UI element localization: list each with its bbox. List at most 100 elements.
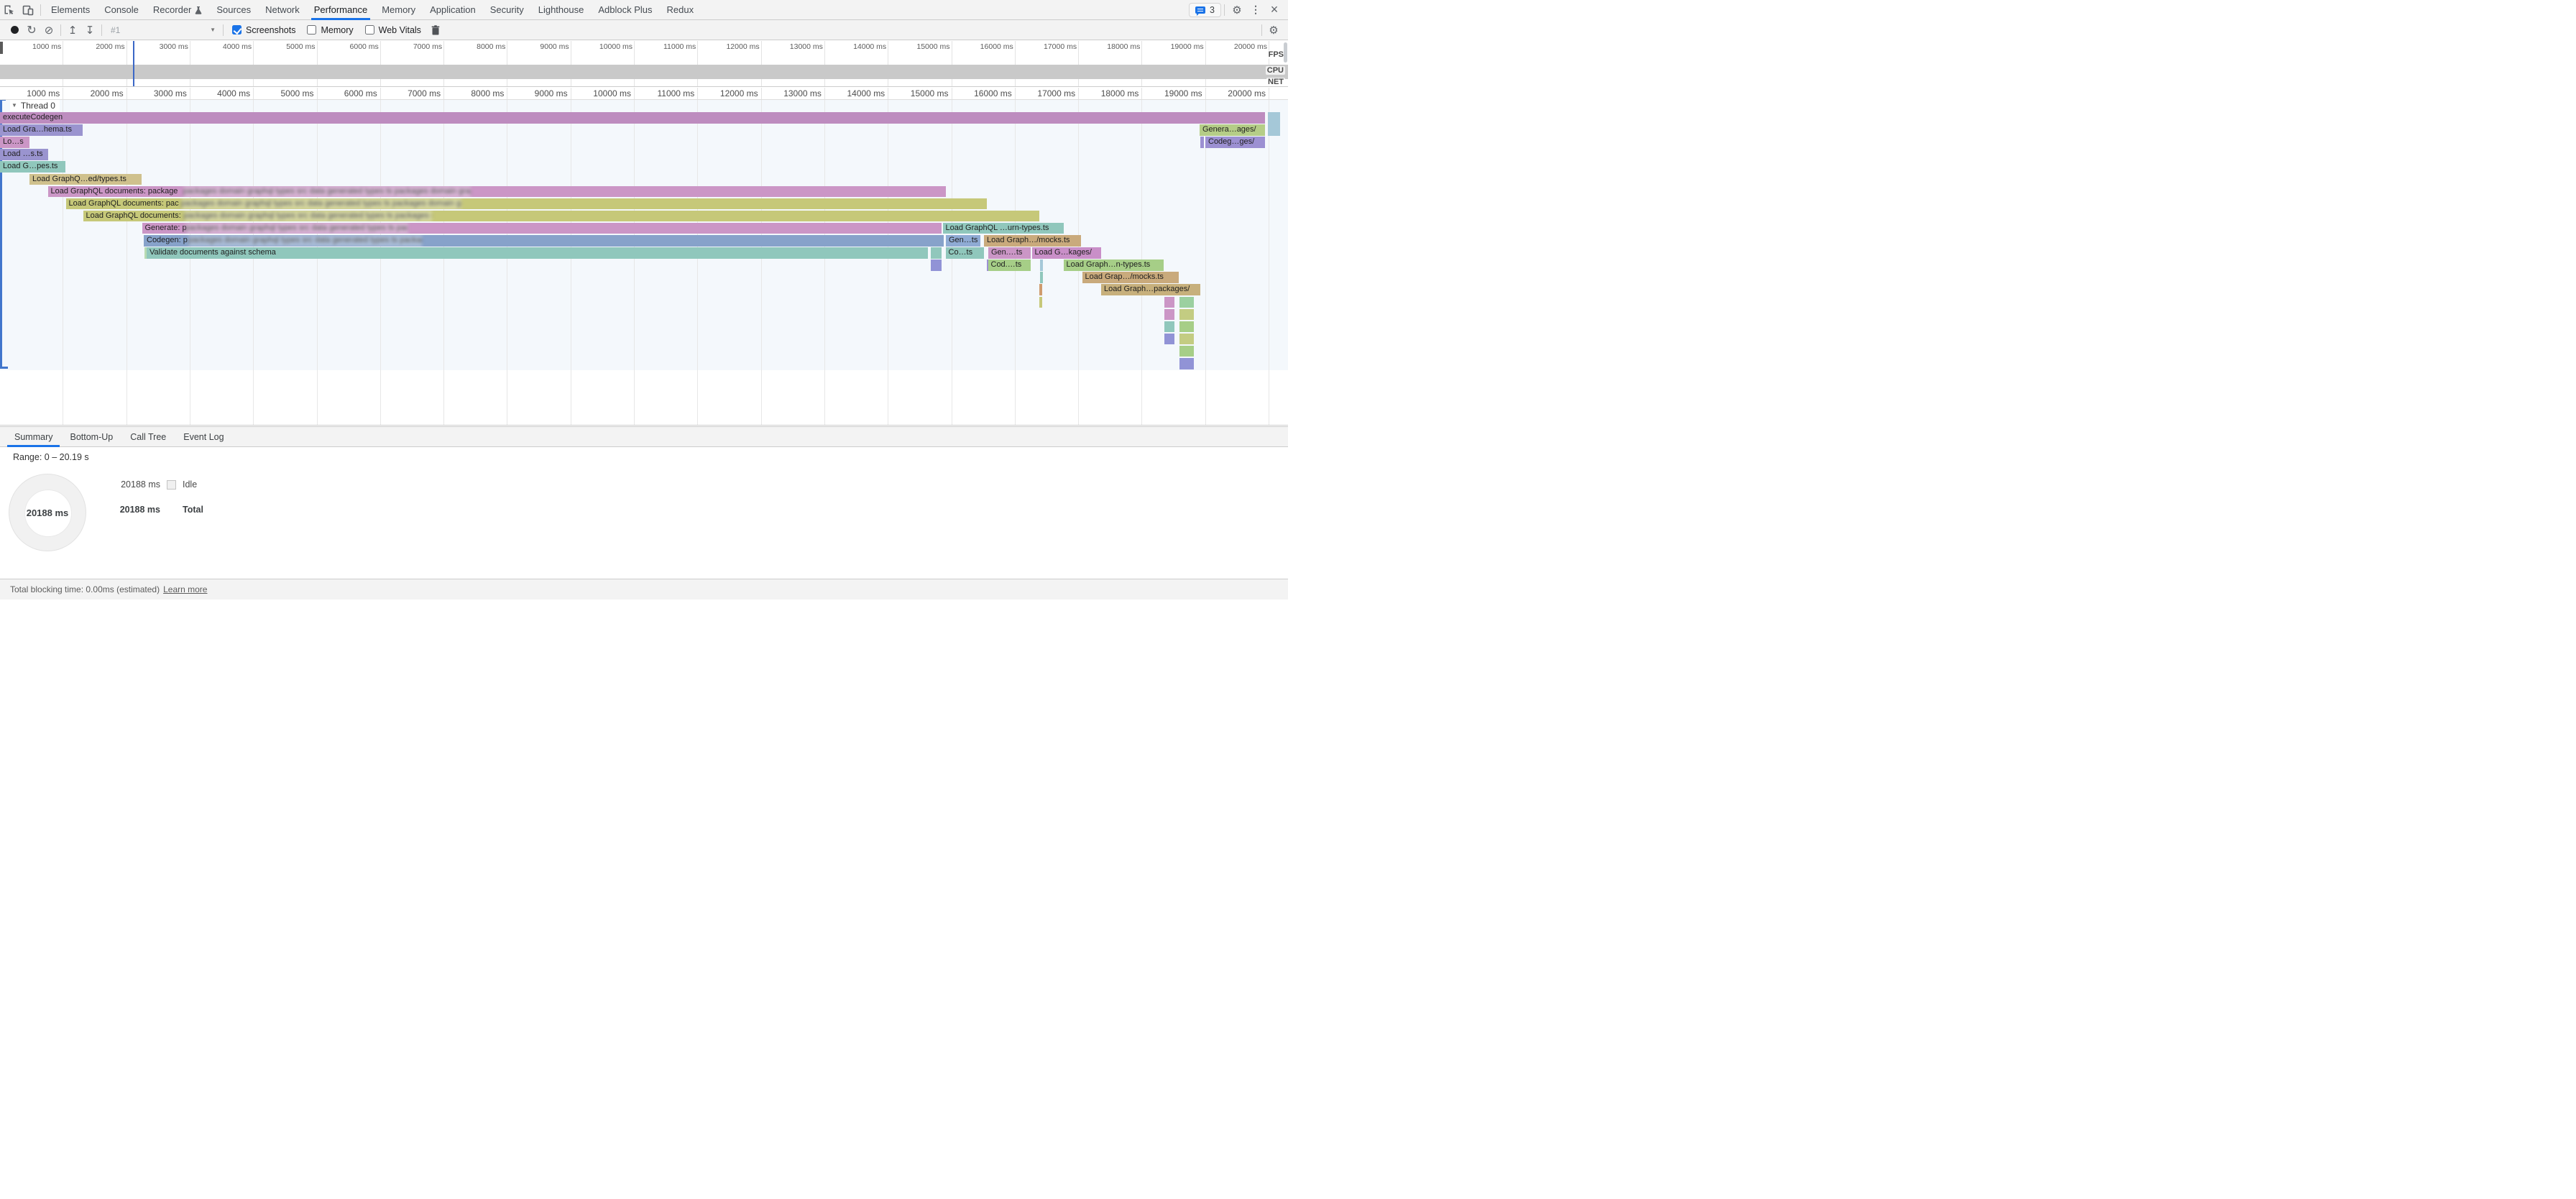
flame-bar[interactable]: Load Gra…hema.ts [0, 124, 83, 136]
tab-call-tree[interactable]: Call Tree [121, 427, 175, 446]
memory-checkbox[interactable]: Memory [307, 25, 353, 35]
more-options-button[interactable]: ⋮ [1246, 1, 1265, 19]
flame-gridline [824, 100, 825, 425]
flame-bar[interactable] [1179, 358, 1195, 369]
tab-memory[interactable]: Memory [374, 0, 423, 20]
flame-bar[interactable] [1179, 334, 1195, 345]
flame-bar-label: Load G…pes.ts [3, 162, 58, 170]
flame-bar[interactable] [931, 259, 942, 271]
overview-tick-label: 20000 ms [1205, 42, 1267, 51]
flame-bar[interactable]: Lo…s [0, 137, 29, 148]
flame-bar[interactable]: Load GraphQL documents: pacpackages doma… [66, 198, 988, 210]
settings-button[interactable]: ⚙ [1228, 1, 1246, 19]
tab-redux[interactable]: Redux [660, 0, 702, 20]
tab-console[interactable]: Console [97, 0, 146, 20]
toolbar-right-controls: ⚙ [1259, 22, 1288, 39]
flame-bar[interactable] [1039, 284, 1042, 295]
flame-bar[interactable]: Load GraphQL …urn-types.ts [943, 223, 1064, 234]
flame-bar[interactable]: Co…ts [946, 247, 984, 259]
flame-bar[interactable]: Load Graph…n-types.ts [1064, 259, 1164, 271]
thread-header[interactable]: ▼ Thread 0 [10, 100, 60, 111]
device-toolbar-icon [22, 4, 34, 16]
flame-bar[interactable]: Generate: ppackages domain graphql types… [142, 223, 942, 234]
flame-bar[interactable] [1164, 334, 1174, 345]
details-tabbar: Summary Bottom-Up Call Tree Event Log [0, 426, 1288, 447]
inspect-element-button[interactable] [0, 1, 19, 19]
flame-bar[interactable] [1164, 297, 1174, 308]
tab-network[interactable]: Network [258, 0, 307, 20]
flame-bar[interactable]: Load GraphQL documents:packages domain g… [83, 211, 1039, 222]
issues-badge[interactable]: 3 [1189, 3, 1221, 17]
flame-bar[interactable] [1040, 259, 1043, 271]
selected-track-bracket-top [0, 100, 6, 101]
flame-bar[interactable]: Load GraphQL documents: packagepackages … [48, 186, 946, 198]
tab-lighthouse[interactable]: Lighthouse [531, 0, 592, 20]
screenshots-checkbox[interactable]: Screenshots [232, 25, 295, 35]
timeline-overview[interactable]: FPS CPU NET 1000 ms2000 ms3000 ms4000 ms… [0, 41, 1288, 87]
flame-bar[interactable]: Codegen: ppackages domain graphql types … [144, 235, 944, 247]
history-select[interactable]: #1 ▼ [105, 25, 220, 35]
redacted-text: packages domain graphql types src data g… [188, 235, 422, 247]
flame-bar[interactable] [1179, 346, 1195, 357]
flame-bar[interactable]: Genera…ages/ [1200, 124, 1265, 136]
record-button[interactable] [6, 22, 23, 39]
flame-bar[interactable]: Gen.…ts [988, 247, 1031, 259]
tab-security[interactable]: Security [483, 0, 531, 20]
flame-bar[interactable]: Cod.…ts [988, 259, 1031, 271]
tab-application[interactable]: Application [423, 0, 483, 20]
flame-bar-label: Codegen: p [147, 236, 188, 244]
gear-icon: ⚙ [1269, 24, 1278, 37]
tab-summary[interactable]: Summary [6, 427, 61, 446]
clear-recording-button[interactable]: ⊘ [40, 22, 58, 39]
overview-tick-label: 2000 ms [63, 42, 125, 51]
close-devtools-button[interactable]: × [1265, 1, 1284, 19]
close-icon: × [1271, 2, 1279, 17]
web-vitals-checkbox[interactable]: Web Vitals [365, 25, 421, 35]
flame-bar[interactable] [1179, 321, 1195, 333]
time-breakdown-donut-chart: 20188 ms [9, 474, 86, 551]
flame-bar[interactable] [1040, 272, 1043, 283]
flame-bar[interactable] [1164, 321, 1174, 333]
save-profile-button[interactable]: ↥ [64, 22, 81, 39]
flame-bar[interactable]: Load Graph…packages/ [1101, 284, 1200, 295]
flame-bar[interactable]: Validate documents against schema [147, 247, 928, 259]
device-toolbar-button[interactable] [19, 1, 37, 19]
reload-and-record-button[interactable]: ↻ [23, 22, 40, 39]
flame-bar[interactable]: Load G…kages/ [1032, 247, 1102, 259]
garbage-collect-button[interactable] [427, 22, 444, 39]
flame-bar[interactable]: Gen…ts [946, 235, 980, 247]
tab-elements[interactable]: Elements [44, 0, 97, 20]
tab-recorder[interactable]: Recorder [146, 0, 209, 20]
flame-bar[interactable]: Load Graph…/mocks.ts [984, 235, 1081, 247]
ruler-tick-label: 10000 ms [569, 88, 631, 98]
flame-gridline [317, 100, 318, 425]
tab-performance[interactable]: Performance [307, 0, 374, 20]
flame-bar[interactable] [1179, 297, 1195, 308]
flame-bar[interactable] [1200, 137, 1204, 148]
checkbox-label: Memory [321, 25, 353, 35]
flame-bar[interactable]: Load Grap…/mocks.ts [1082, 272, 1179, 283]
flame-bar[interactable] [1268, 112, 1280, 136]
flame-bar[interactable] [1039, 297, 1042, 308]
tab-adblock-plus[interactable]: Adblock Plus [591, 0, 659, 20]
flame-bar[interactable]: Load GraphQ…ed/types.ts [29, 174, 142, 185]
capture-settings-button[interactable]: ⚙ [1265, 22, 1282, 39]
flame-bar[interactable] [931, 247, 942, 259]
overview-scrollbar[interactable] [1284, 42, 1287, 63]
learn-more-link[interactable]: Learn more [163, 584, 207, 594]
flame-bar[interactable] [1179, 309, 1195, 321]
redacted-text: packages domain graphql types src data g… [185, 223, 408, 234]
flame-bar[interactable]: executeCodegen [0, 112, 1265, 124]
flame-gridline [697, 100, 698, 425]
flame-chart[interactable]: ▼ Thread 0 executeCodegenLoad Gra…hema.t… [0, 100, 1288, 426]
tab-sources[interactable]: Sources [209, 0, 258, 20]
flame-bar[interactable] [1164, 309, 1174, 321]
tab-event-log[interactable]: Event Log [175, 427, 232, 446]
flame-bar[interactable]: Load G…pes.ts [0, 161, 65, 173]
flame-bar[interactable]: Codeg…ges/ [1205, 137, 1265, 148]
flame-bar[interactable]: Load …s.ts [0, 149, 48, 160]
load-profile-button[interactable]: ↧ [81, 22, 98, 39]
tab-bottom-up[interactable]: Bottom-Up [61, 427, 121, 446]
flame-bar-label: Load G…kages/ [1035, 248, 1092, 257]
overview-tick-label: 10000 ms [571, 42, 632, 51]
